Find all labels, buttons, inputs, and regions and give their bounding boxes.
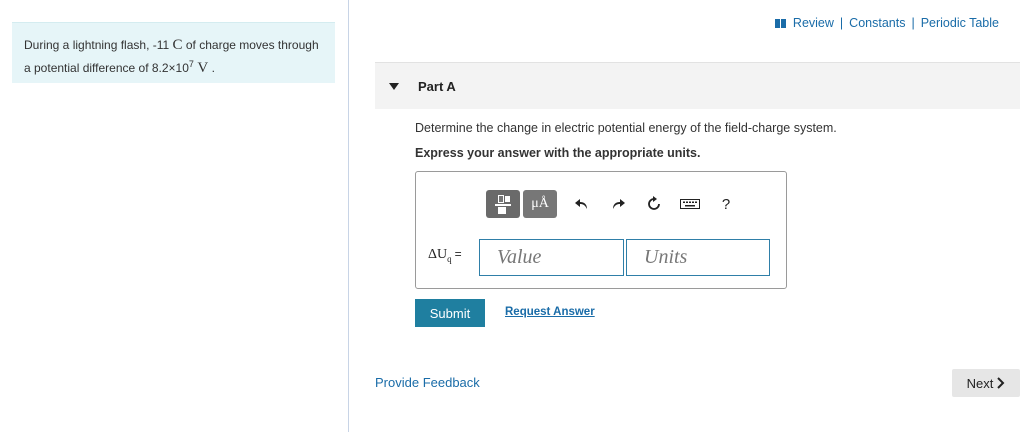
value-input[interactable]: Value	[479, 239, 624, 276]
unit-volt: V	[193, 60, 209, 76]
next-button-label: Next	[966, 375, 994, 391]
answer-label-main: ΔU	[428, 247, 448, 262]
constants-link[interactable]: Constants	[849, 16, 905, 30]
top-links: Review | Constants | Periodic Table	[774, 16, 999, 30]
templates-icon	[494, 195, 512, 214]
answer-box: μÅ ? ΔUq = Value Units	[415, 171, 787, 289]
problem-text-end: .	[208, 61, 215, 75]
problem-text-before: During a lightning flash, -11	[24, 38, 173, 52]
help-icon: ?	[721, 195, 731, 213]
instruction-text: Express your answer with the appropriate…	[415, 146, 701, 160]
question-text: Determine the change in electric potenti…	[415, 121, 837, 135]
panel-divider	[348, 0, 349, 432]
part-a-header[interactable]: Part A	[375, 62, 1020, 109]
reset-icon	[648, 196, 660, 210]
problem-statement: During a lightning flash, -11 C of charg…	[12, 22, 335, 83]
templates-button[interactable]	[486, 190, 520, 218]
caret-down-icon[interactable]	[389, 82, 399, 90]
request-answer-link[interactable]: Request Answer	[505, 306, 595, 318]
undo-icon	[575, 199, 587, 209]
provide-feedback-link[interactable]: Provide Feedback	[375, 375, 480, 390]
separator: |	[839, 16, 844, 30]
next-button[interactable]: Next	[952, 369, 1020, 397]
help-button[interactable]: ?	[708, 190, 744, 218]
part-title: Part A	[418, 78, 456, 94]
unit-coulomb: C	[172, 37, 183, 53]
review-link[interactable]: Review	[793, 16, 834, 30]
units-input[interactable]: Units	[626, 239, 770, 276]
answer-label: ΔUq =	[428, 247, 462, 264]
keyboard-button[interactable]	[672, 190, 708, 218]
answer-label-subscript: q	[447, 253, 452, 264]
reset-button[interactable]	[636, 190, 672, 218]
equals-sign: =	[454, 247, 462, 261]
keyboard-icon	[680, 199, 700, 209]
chevron-right-icon	[997, 377, 1005, 389]
bar-chart-icon	[774, 18, 787, 28]
redo-button[interactable]	[600, 190, 636, 218]
undo-button[interactable]	[564, 190, 600, 218]
submit-button[interactable]: Submit	[415, 299, 485, 327]
separator: |	[911, 16, 915, 30]
redo-icon	[613, 199, 625, 209]
math-toolbar: μÅ ?	[486, 190, 744, 218]
periodic-table-link[interactable]: Periodic Table	[921, 16, 999, 30]
units-button-label: μÅ	[531, 196, 549, 211]
units-button[interactable]: μÅ	[523, 190, 557, 218]
